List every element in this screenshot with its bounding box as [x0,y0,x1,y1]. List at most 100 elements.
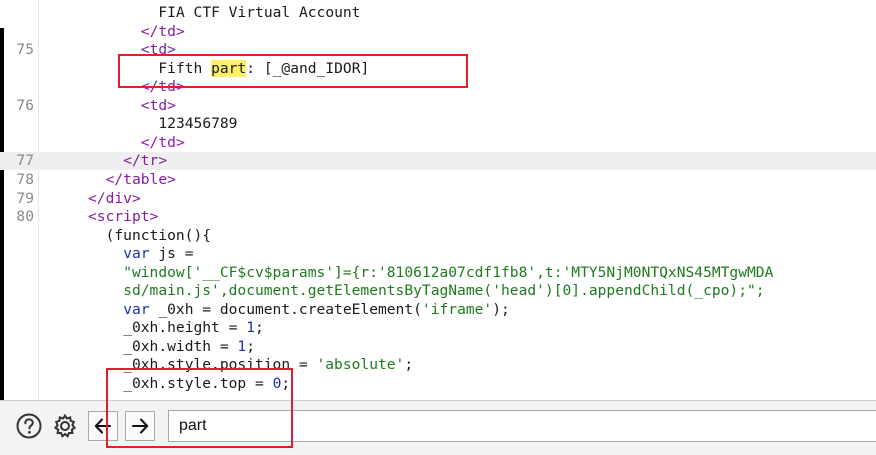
code-text: var js = [123,245,193,263]
settings-button[interactable] [50,411,80,441]
code-line: _0xh.height = 1; [0,319,876,337]
code-token: > [175,22,185,40]
code-text: Fifth part: [_@and_IDOR] [158,59,370,78]
code-token: var [123,245,150,263]
find-next-button[interactable] [125,411,155,441]
code-text: _0xh.width = 1; [123,338,255,356]
code-text: <td> [141,97,176,115]
search-match: part [211,59,247,77]
code-token: > [167,41,176,59]
code-token: _0xh.style.position = [123,356,317,374]
code-token: : [_@and_IDOR] [246,59,370,77]
line-number: 76 [16,96,34,114]
source-code-view[interactable]: FIA CTF Virtual Account </td> 75 <td> Fifth … [0,0,876,400]
code-token: ; [404,356,414,374]
code-text: FIA CTF Virtual Account [158,4,360,22]
code-token: _0xh = document.createElement( [149,300,422,318]
code-text: </table> [106,171,176,189]
code-token: 1 [237,337,247,355]
code-line: 75 <td> [0,41,876,59]
code-line: 77 </tr> [0,152,876,171]
line-number: 79 [16,189,34,207]
code-token: 123456789 [158,115,238,133]
code-line: var js = [0,245,876,263]
code-text: _0xh.style.position = 'absolute'; [123,356,413,374]
line-number: 80 [16,208,34,226]
code-token: td [158,133,176,151]
code-token: 1 [246,319,255,337]
code-text: </td> [141,78,185,96]
line-number: 77 [16,152,34,170]
code-line: _0xh.style.position = 'absolute'; [0,356,876,374]
code-token: FIA CTF Virtual Account [158,4,361,21]
code-token: </ [105,170,124,188]
code-text: var _0xh = document.createElement('ifram… [123,301,510,319]
code-token: table [123,170,168,188]
code-line: </td> [0,78,876,96]
code-line: </td> [0,23,876,41]
code-token: > [175,78,185,96]
code-token: </ [123,152,141,170]
gear-icon [53,413,77,438]
find-previous-button[interactable] [88,411,118,441]
help-button[interactable] [14,411,44,441]
code-token: > [131,189,141,207]
code-token: js = [149,245,194,263]
code-token: </ [140,78,159,96]
code-line: sd/main.js',document.getElementsByTagNam… [0,282,876,300]
code-token: </ [140,133,159,151]
code-line: 123456789 [0,115,876,133]
code-line: 78 </table> [0,171,876,189]
find-input[interactable]: part [168,410,876,442]
code-token: > [167,96,176,114]
code-token: 'absolute' [316,356,405,374]
code-text: </tr> [123,152,167,170]
code-text: <script> [88,208,158,226]
code-line: _0xh.width = 1; [0,338,876,356]
find-bar: part [0,400,876,455]
code-token: td [149,96,168,114]
line-number: 75 [16,41,34,59]
code-token: td [149,41,168,59]
code-token: _0xh.height = [123,319,247,337]
code-token: td [158,22,176,40]
code-token: _0xh.width = [123,337,238,355]
code-text: sd/main.js',document.getElementsByTagNam… [123,282,764,300]
code-line: 80 <script> [0,208,876,226]
line-number: 78 [16,170,34,188]
code-text: (function(){ [106,227,211,245]
code-token: ); [492,300,510,318]
code-token: > [158,152,168,170]
code-token: _0xh.style.top = [123,375,273,392]
code-token: Fifth [158,59,212,77]
code-token: "window['__CF$cv$params']={r:'810612a07c… [123,263,774,281]
help-circle-icon [16,413,42,439]
code-token: ; [281,375,291,392]
code-token: ; [255,319,264,337]
code-text: _0xh.height = 1; [123,319,264,337]
arrow-right-icon [132,418,149,434]
code-text: </td> [141,134,185,152]
code-line: (function(){ [0,227,876,245]
code-text: </div> [88,190,141,208]
code-line: _0xh.style.top = 0; [0,375,876,393]
code-token: ; [246,337,256,355]
code-token: var [123,300,150,318]
code-token: div [105,189,132,207]
code-line: 76 <td> [0,97,876,115]
code-line: var _0xh = document.createElement('ifram… [0,301,876,319]
code-token: script [96,208,150,226]
code-token: sd/main.js',document.getElementsByTagNam… [123,282,765,300]
code-token: 'iframe' [421,300,493,318]
code-text: <td> [141,41,176,59]
code-token: < [140,96,150,114]
code-line: "window['__CF$cv$params']={r:'810612a07c… [0,264,876,282]
code-token: < [140,41,150,59]
code-token: tr [140,152,159,170]
code-token: (function(){ [105,226,212,244]
code-token: > [149,208,159,226]
code-text: _0xh.style.top = 0; [123,375,290,393]
code-line: 79 </div> [0,190,876,208]
code-text: </td> [141,23,185,41]
code-token: </ [88,189,106,207]
